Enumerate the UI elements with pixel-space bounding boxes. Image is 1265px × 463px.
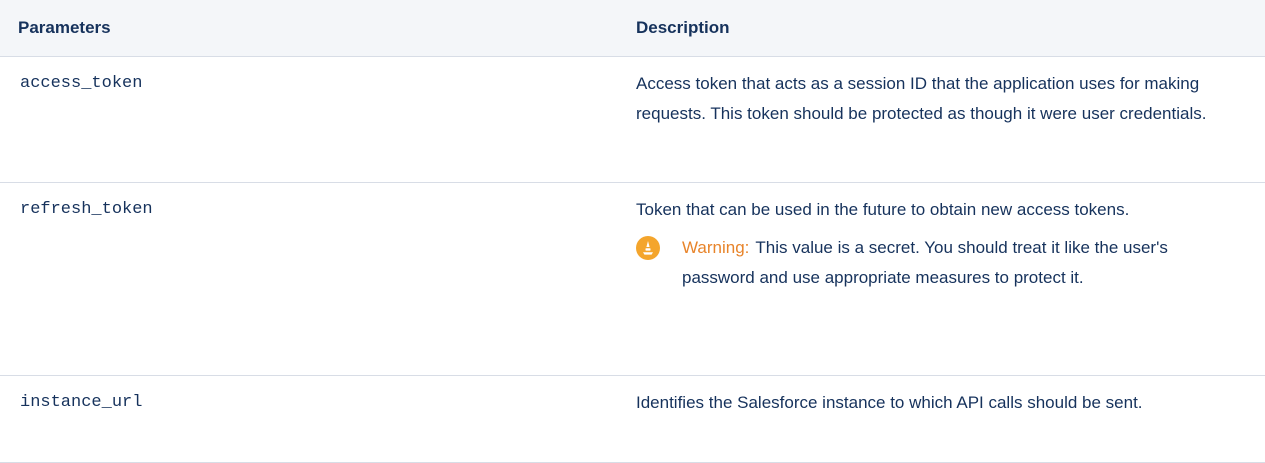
table-row: refresh_token Token that can be used in … [0, 182, 1265, 376]
parameter-name: instance_url [0, 375, 626, 463]
warning-text: This value is a secret. You should treat… [682, 238, 1168, 287]
parameters-table: Parameters Description access_token Acce… [0, 0, 1265, 463]
table-header: Parameters Description [0, 0, 1265, 57]
table-row: instance_url Identifies the Salesforce i… [0, 375, 1265, 463]
warning-icon [636, 236, 660, 260]
parameter-description: Identifies the Salesforce instance to wh… [626, 375, 1265, 463]
header-row: Parameters Description [0, 0, 1265, 57]
header-description: Description [626, 0, 1265, 57]
table-row: access_token Access token that acts as a… [0, 56, 1265, 183]
parameter-name: refresh_token [0, 182, 626, 376]
warning-label: Warning: [682, 238, 750, 257]
parameter-description: Access token that acts as a session ID t… [626, 56, 1265, 183]
warning-note: Warning: This value is a secret. You shou… [636, 233, 1245, 293]
header-parameters: Parameters [0, 0, 626, 57]
parameter-name: access_token [0, 56, 626, 183]
parameter-description-cell: Token that can be used in the future to … [626, 182, 1265, 376]
parameter-description: Token that can be used in the future to … [636, 200, 1130, 219]
